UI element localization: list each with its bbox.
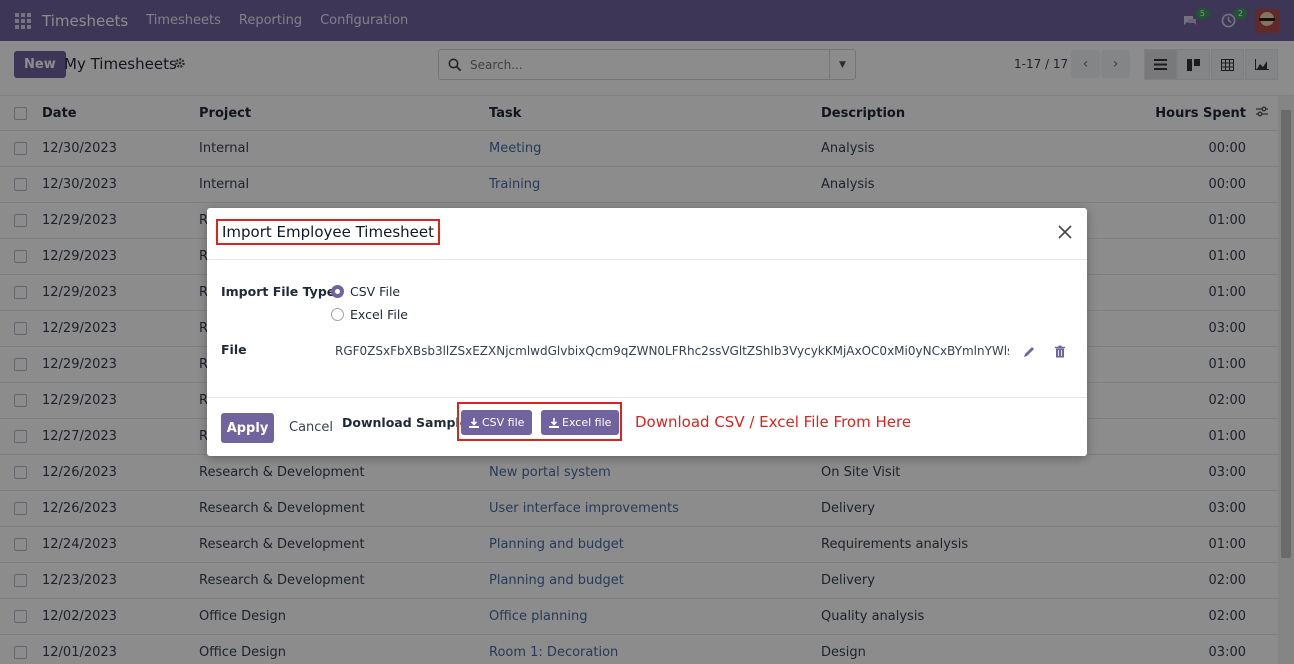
download-csv-label: CSV file [482, 416, 525, 429]
download-sample-label: Download Sample: [342, 415, 474, 430]
file-type-label: Import File Type [221, 284, 336, 299]
import-dialog: Import Employee Timesheet Import File Ty… [207, 208, 1087, 456]
download-icon [469, 417, 479, 428]
file-content-value: RGF0ZSxFbXBsb3llZSxEZXNjcmlwdGlvbixQcm9q… [335, 344, 1009, 358]
radio-csv-label[interactable]: CSV File [350, 284, 400, 299]
close-icon[interactable] [1055, 222, 1075, 242]
pencil-edit-icon[interactable] [1022, 345, 1036, 359]
dialog-header: Import Employee Timesheet [207, 208, 1087, 260]
download-csv-button[interactable]: CSV file [461, 410, 533, 435]
download-excel-label: Excel file [562, 416, 612, 429]
apply-button[interactable]: Apply [221, 413, 274, 443]
download-excel-button[interactable]: Excel file [541, 410, 620, 435]
dialog-title: Import Employee Timesheet [216, 219, 440, 245]
download-annotation-text: Download CSV / Excel File From Here [635, 413, 912, 431]
download-buttons-highlight: CSV file Excel file [457, 402, 622, 441]
download-icon [549, 417, 559, 428]
file-label: File [221, 342, 247, 357]
radio-csv-file[interactable] [331, 285, 344, 298]
dialog-footer: Apply Cancel Download Sample: CSV file E… [207, 397, 1087, 456]
radio-excel-file[interactable] [331, 308, 344, 321]
trash-icon[interactable] [1053, 345, 1067, 359]
radio-excel-label[interactable]: Excel File [350, 307, 408, 322]
cancel-button[interactable]: Cancel [289, 420, 333, 435]
